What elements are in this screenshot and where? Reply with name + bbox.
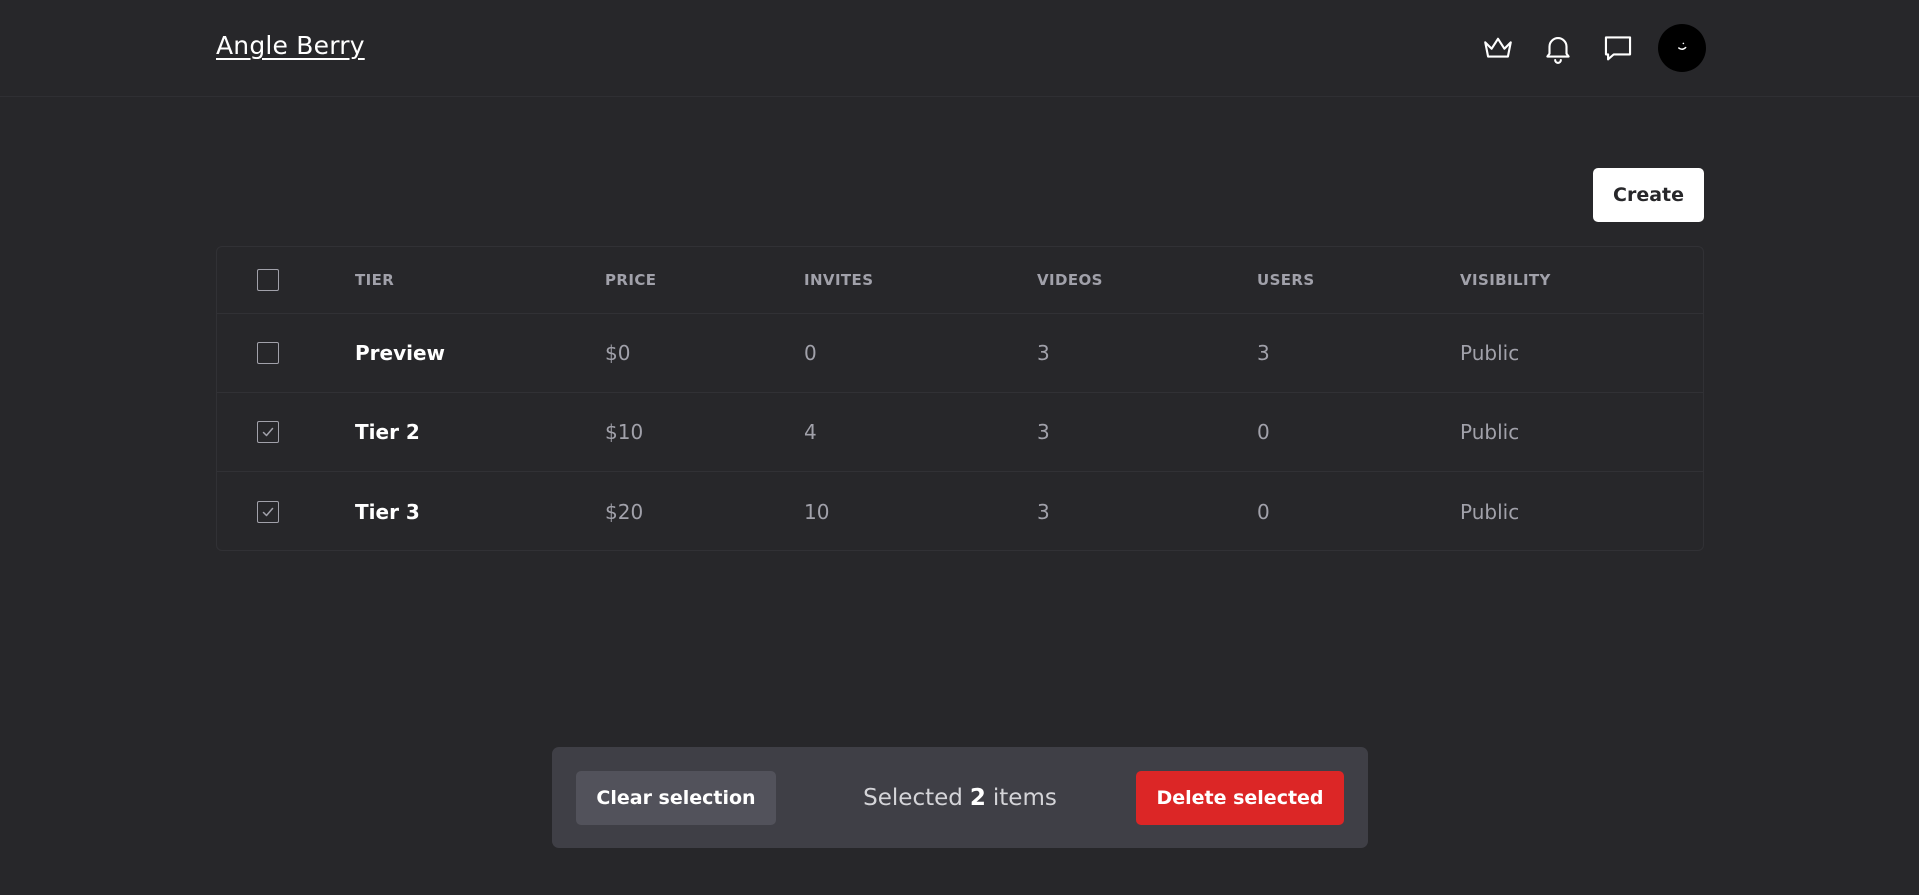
selection-action-bar: Clear selection Selected 2 items Delete … [552,747,1368,848]
tier-videos: 3 [1037,341,1050,365]
table-header-row: TIER PRICE INVITES VIDEOS USERS VISIBILI… [217,247,1703,314]
column-header-invites[interactable]: INVITES [804,247,873,313]
tier-visibility: Public [1460,499,1520,524]
table-row[interactable]: Preview $0 0 3 3 Public [217,314,1703,393]
tier-name[interactable]: Tier 2 [355,393,420,471]
tier-videos: 3 [1037,420,1050,444]
selected-count-text: Selected 2 items [776,771,1144,825]
tier-price: $0 [605,341,631,365]
create-button[interactable]: Create [1593,168,1704,222]
bell-icon[interactable] [1534,24,1582,72]
table-row[interactable]: Tier 3 $20 10 3 0 Public [217,472,1703,550]
selected-count: 2 [969,785,986,811]
column-header-visibility[interactable]: VISIBILITY [1460,247,1551,313]
selected-prefix: Selected [863,785,963,811]
row-checkbox[interactable] [257,342,279,364]
row-checkbox-checked[interactable] [257,421,279,443]
tier-invites: 4 [804,420,817,444]
tier-users: 0 [1257,420,1270,444]
avatar[interactable] [1658,24,1706,72]
tier-price: $20 [605,499,644,524]
tier-invites: 10 [804,499,830,524]
crown-icon[interactable] [1474,24,1522,72]
selected-suffix: items [992,785,1057,811]
column-header-videos[interactable]: VIDEOS [1037,247,1103,313]
check-icon [262,427,274,437]
column-header-users[interactable]: USERS [1257,247,1315,313]
top-header: Angle Berry [0,0,1919,97]
column-header-tier[interactable]: TIER [355,247,394,313]
brand-link[interactable]: Angle Berry [216,31,365,60]
tier-name[interactable]: Preview [355,314,445,392]
tier-visibility: Public [1460,341,1520,365]
tiers-table: TIER PRICE INVITES VIDEOS USERS VISIBILI… [216,246,1704,551]
row-checkbox-checked[interactable] [257,500,279,523]
select-all-checkbox[interactable] [257,269,279,291]
tier-users: 0 [1257,499,1270,524]
delete-selected-button[interactable]: Delete selected [1136,771,1344,825]
tier-name[interactable]: Tier 3 [355,472,420,550]
header-icons [1474,24,1706,72]
column-header-price[interactable]: PRICE [605,247,656,313]
tier-invites: 0 [804,341,817,365]
clear-selection-button[interactable]: Clear selection [576,771,776,825]
smile-face-icon [1678,42,1687,50]
table-row[interactable]: Tier 2 $10 4 3 0 Public [217,393,1703,472]
message-icon[interactable] [1594,24,1642,72]
tier-videos: 3 [1037,499,1050,524]
check-icon [262,507,274,516]
tier-visibility: Public [1460,420,1520,444]
tier-users: 3 [1257,341,1270,365]
tier-price: $10 [605,420,644,444]
